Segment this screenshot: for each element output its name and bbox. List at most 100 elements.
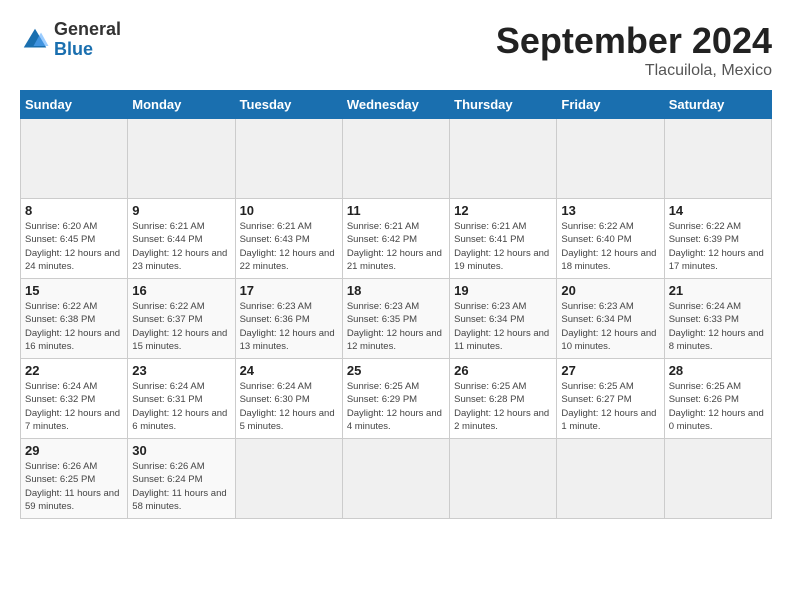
cell-content: Sunrise: 6:26 AMSunset: 6:24 PMDaylight:… xyxy=(132,460,230,513)
location: Tlacuilola, Mexico xyxy=(496,62,772,80)
header-cell-sunday: Sunday xyxy=(21,91,128,119)
cell-content: Sunrise: 6:26 AMSunset: 6:25 PMDaylight:… xyxy=(25,460,123,513)
cell-content: Sunrise: 6:23 AMSunset: 6:34 PMDaylight:… xyxy=(454,300,552,353)
header-cell-wednesday: Wednesday xyxy=(342,91,449,119)
calendar-row: 8 Sunrise: 6:20 AMSunset: 6:45 PMDaylight… xyxy=(21,199,772,279)
calendar-cell: 11 Sunrise: 6:21 AMSunset: 6:42 PMDayligh… xyxy=(342,199,449,279)
cell-content: Sunrise: 6:22 AMSunset: 6:38 PMDaylight:… xyxy=(25,300,123,353)
day-number: 18 xyxy=(347,283,445,298)
logo-text: General Blue xyxy=(54,20,121,60)
page-header: General Blue September 2024 Tlacuilola, … xyxy=(20,20,772,80)
cell-content: Sunrise: 6:21 AMSunset: 6:43 PMDaylight:… xyxy=(240,220,338,273)
calendar-cell: 21 Sunrise: 6:24 AMSunset: 6:33 PMDayligh… xyxy=(664,279,771,359)
header-cell-monday: Monday xyxy=(128,91,235,119)
day-number: 28 xyxy=(669,363,767,378)
calendar-cell: 20 Sunrise: 6:23 AMSunset: 6:34 PMDayligh… xyxy=(557,279,664,359)
cell-content: Sunrise: 6:22 AMSunset: 6:37 PMDaylight:… xyxy=(132,300,230,353)
calendar-cell: 13 Sunrise: 6:22 AMSunset: 6:40 PMDayligh… xyxy=(557,199,664,279)
day-number: 27 xyxy=(561,363,659,378)
cell-content: Sunrise: 6:24 AMSunset: 6:32 PMDaylight:… xyxy=(25,380,123,433)
cell-content: Sunrise: 6:25 AMSunset: 6:28 PMDaylight:… xyxy=(454,380,552,433)
calendar-cell: 24 Sunrise: 6:24 AMSunset: 6:30 PMDayligh… xyxy=(235,359,342,439)
cell-content: Sunrise: 6:22 AMSunset: 6:39 PMDaylight:… xyxy=(669,220,767,273)
day-number: 12 xyxy=(454,203,552,218)
calendar-cell xyxy=(450,439,557,519)
calendar-row xyxy=(21,119,772,199)
header-cell-tuesday: Tuesday xyxy=(235,91,342,119)
day-number: 20 xyxy=(561,283,659,298)
calendar-cell: 10 Sunrise: 6:21 AMSunset: 6:43 PMDayligh… xyxy=(235,199,342,279)
calendar-cell xyxy=(235,439,342,519)
calendar-cell: 15 Sunrise: 6:22 AMSunset: 6:38 PMDayligh… xyxy=(21,279,128,359)
calendar-cell: 25 Sunrise: 6:25 AMSunset: 6:29 PMDayligh… xyxy=(342,359,449,439)
logo-general: General xyxy=(54,20,121,40)
cell-content: Sunrise: 6:21 AMSunset: 6:44 PMDaylight:… xyxy=(132,220,230,273)
calendar-cell: 16 Sunrise: 6:22 AMSunset: 6:37 PMDayligh… xyxy=(128,279,235,359)
cell-content: Sunrise: 6:25 AMSunset: 6:26 PMDaylight:… xyxy=(669,380,767,433)
calendar-cell xyxy=(21,119,128,199)
calendar-row: 29 Sunrise: 6:26 AMSunset: 6:25 PMDayligh… xyxy=(21,439,772,519)
day-number: 16 xyxy=(132,283,230,298)
day-number: 25 xyxy=(347,363,445,378)
calendar-cell: 22 Sunrise: 6:24 AMSunset: 6:32 PMDayligh… xyxy=(21,359,128,439)
day-number: 24 xyxy=(240,363,338,378)
calendar-row: 15 Sunrise: 6:22 AMSunset: 6:38 PMDayligh… xyxy=(21,279,772,359)
day-number: 21 xyxy=(669,283,767,298)
day-number: 10 xyxy=(240,203,338,218)
calendar-row: 22 Sunrise: 6:24 AMSunset: 6:32 PMDayligh… xyxy=(21,359,772,439)
day-number: 26 xyxy=(454,363,552,378)
calendar-cell: 26 Sunrise: 6:25 AMSunset: 6:28 PMDayligh… xyxy=(450,359,557,439)
day-number: 9 xyxy=(132,203,230,218)
cell-content: Sunrise: 6:21 AMSunset: 6:41 PMDaylight:… xyxy=(454,220,552,273)
cell-content: Sunrise: 6:21 AMSunset: 6:42 PMDaylight:… xyxy=(347,220,445,273)
cell-content: Sunrise: 6:25 AMSunset: 6:29 PMDaylight:… xyxy=(347,380,445,433)
calendar-cell: 29 Sunrise: 6:26 AMSunset: 6:25 PMDayligh… xyxy=(21,439,128,519)
calendar-cell: 14Sunrise: 6:22 AMSunset: 6:39 PMDayligh… xyxy=(664,199,771,279)
day-number: 15 xyxy=(25,283,123,298)
calendar-cell xyxy=(557,119,664,199)
calendar-cell: 28 Sunrise: 6:25 AMSunset: 6:26 PMDayligh… xyxy=(664,359,771,439)
cell-content: Sunrise: 6:23 AMSunset: 6:34 PMDaylight:… xyxy=(561,300,659,353)
logo-icon xyxy=(20,25,50,55)
cell-content: Sunrise: 6:23 AMSunset: 6:36 PMDaylight:… xyxy=(240,300,338,353)
cell-content: Sunrise: 6:23 AMSunset: 6:35 PMDaylight:… xyxy=(347,300,445,353)
day-number: 17 xyxy=(240,283,338,298)
calendar-cell: 27 Sunrise: 6:25 AMSunset: 6:27 PMDayligh… xyxy=(557,359,664,439)
header-cell-thursday: Thursday xyxy=(450,91,557,119)
calendar-cell xyxy=(235,119,342,199)
calendar-cell xyxy=(664,119,771,199)
day-number: 29 xyxy=(25,443,123,458)
cell-content: Sunrise: 6:22 AMSunset: 6:40 PMDaylight:… xyxy=(561,220,659,273)
calendar-cell: 19 Sunrise: 6:23 AMSunset: 6:34 PMDayligh… xyxy=(450,279,557,359)
calendar-cell xyxy=(557,439,664,519)
day-number: 19 xyxy=(454,283,552,298)
cell-content: Sunrise: 6:20 AMSunset: 6:45 PMDaylight:… xyxy=(25,220,123,273)
calendar-cell: 30 Sunrise: 6:26 AMSunset: 6:24 PMDayligh… xyxy=(128,439,235,519)
calendar-cell xyxy=(128,119,235,199)
header-row: SundayMondayTuesdayWednesdayThursdayFrid… xyxy=(21,91,772,119)
calendar-cell: 17 Sunrise: 6:23 AMSunset: 6:36 PMDayligh… xyxy=(235,279,342,359)
calendar-cell: 8 Sunrise: 6:20 AMSunset: 6:45 PMDaylight… xyxy=(21,199,128,279)
day-number: 11 xyxy=(347,203,445,218)
logo-blue: Blue xyxy=(54,40,121,60)
day-number: 23 xyxy=(132,363,230,378)
calendar-cell: 9 Sunrise: 6:21 AMSunset: 6:44 PMDaylight… xyxy=(128,199,235,279)
calendar-cell xyxy=(450,119,557,199)
calendar-cell: 12 Sunrise: 6:21 AMSunset: 6:41 PMDayligh… xyxy=(450,199,557,279)
calendar-cell xyxy=(664,439,771,519)
cell-content: Sunrise: 6:24 AMSunset: 6:30 PMDaylight:… xyxy=(240,380,338,433)
calendar-cell: 23 Sunrise: 6:24 AMSunset: 6:31 PMDayligh… xyxy=(128,359,235,439)
cell-content: Sunrise: 6:24 AMSunset: 6:33 PMDaylight:… xyxy=(669,300,767,353)
month-title: September 2024 xyxy=(496,20,772,62)
day-number: 8 xyxy=(25,203,123,218)
day-number: 30 xyxy=(132,443,230,458)
day-number: 22 xyxy=(25,363,123,378)
cell-content: Sunrise: 6:25 AMSunset: 6:27 PMDaylight:… xyxy=(561,380,659,433)
calendar-table: SundayMondayTuesdayWednesdayThursdayFrid… xyxy=(20,90,772,519)
day-number: 13 xyxy=(561,203,659,218)
calendar-cell xyxy=(342,439,449,519)
header-cell-saturday: Saturday xyxy=(664,91,771,119)
calendar-cell xyxy=(342,119,449,199)
cell-content: Sunrise: 6:24 AMSunset: 6:31 PMDaylight:… xyxy=(132,380,230,433)
title-block: September 2024 Tlacuilola, Mexico xyxy=(496,20,772,80)
